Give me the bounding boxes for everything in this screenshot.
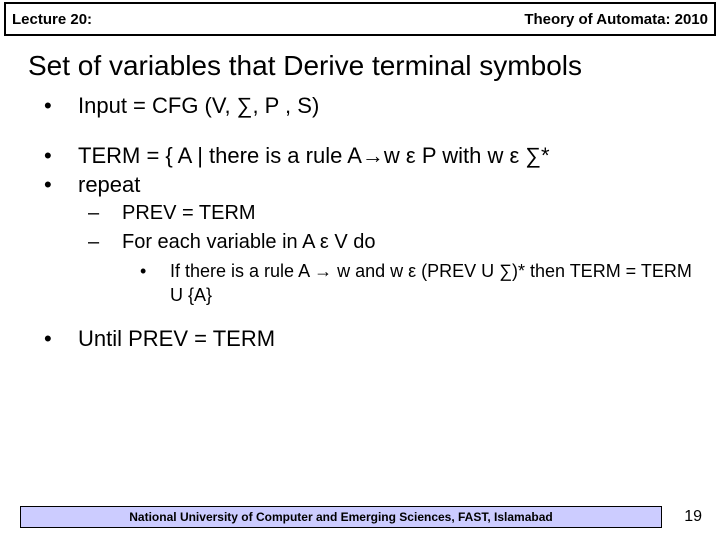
subsub-bullet-text: If there is a rule A → w and w ε (PREV U… — [170, 259, 692, 308]
dash-mark: – — [88, 201, 122, 226]
bullet-mark: • — [44, 171, 78, 199]
sub-bullet-item: – PREV = TERM — [88, 201, 692, 226]
sub-bullet-text: For each variable in A ε V do — [122, 230, 376, 255]
bullet-mark: • — [44, 142, 78, 170]
dash-mark: – — [88, 230, 122, 255]
bullet-text: Input = CFG (V, ∑, P , S) — [78, 92, 692, 120]
page-number: 19 — [684, 508, 702, 526]
slide-content: • Input = CFG (V, ∑, P , S) • TERM = { A… — [0, 92, 720, 353]
bullet-mark: • — [44, 92, 78, 120]
sub-bullet-item: – For each variable in A ε V do — [88, 230, 692, 255]
footer-bar: National University of Computer and Emer… — [20, 506, 662, 528]
bullet-item: • Input = CFG (V, ∑, P , S) — [44, 92, 692, 120]
dot-mark: • — [140, 259, 170, 308]
subsub-bullet-item: • If there is a rule A → w and w ε (PREV… — [140, 259, 692, 308]
slide-title: Set of variables that Derive terminal sy… — [0, 36, 720, 92]
bullet-item: • Until PREV = TERM — [44, 325, 692, 353]
header-right: Theory of Automata: 2010 — [524, 11, 708, 28]
bullet-item: • repeat — [44, 171, 692, 199]
header-left: Lecture 20: — [12, 11, 92, 28]
bullet-item: • TERM = { A | there is a rule A→w ε P w… — [44, 142, 692, 170]
bullet-text: repeat — [78, 171, 692, 199]
bullet-text: Until PREV = TERM — [78, 325, 692, 353]
header-bar: Lecture 20: Theory of Automata: 2010 — [4, 2, 716, 36]
bullet-text: TERM = { A | there is a rule A→w ε P wit… — [78, 142, 692, 170]
sub-bullet-text: PREV = TERM — [122, 201, 256, 226]
bullet-mark: • — [44, 325, 78, 353]
